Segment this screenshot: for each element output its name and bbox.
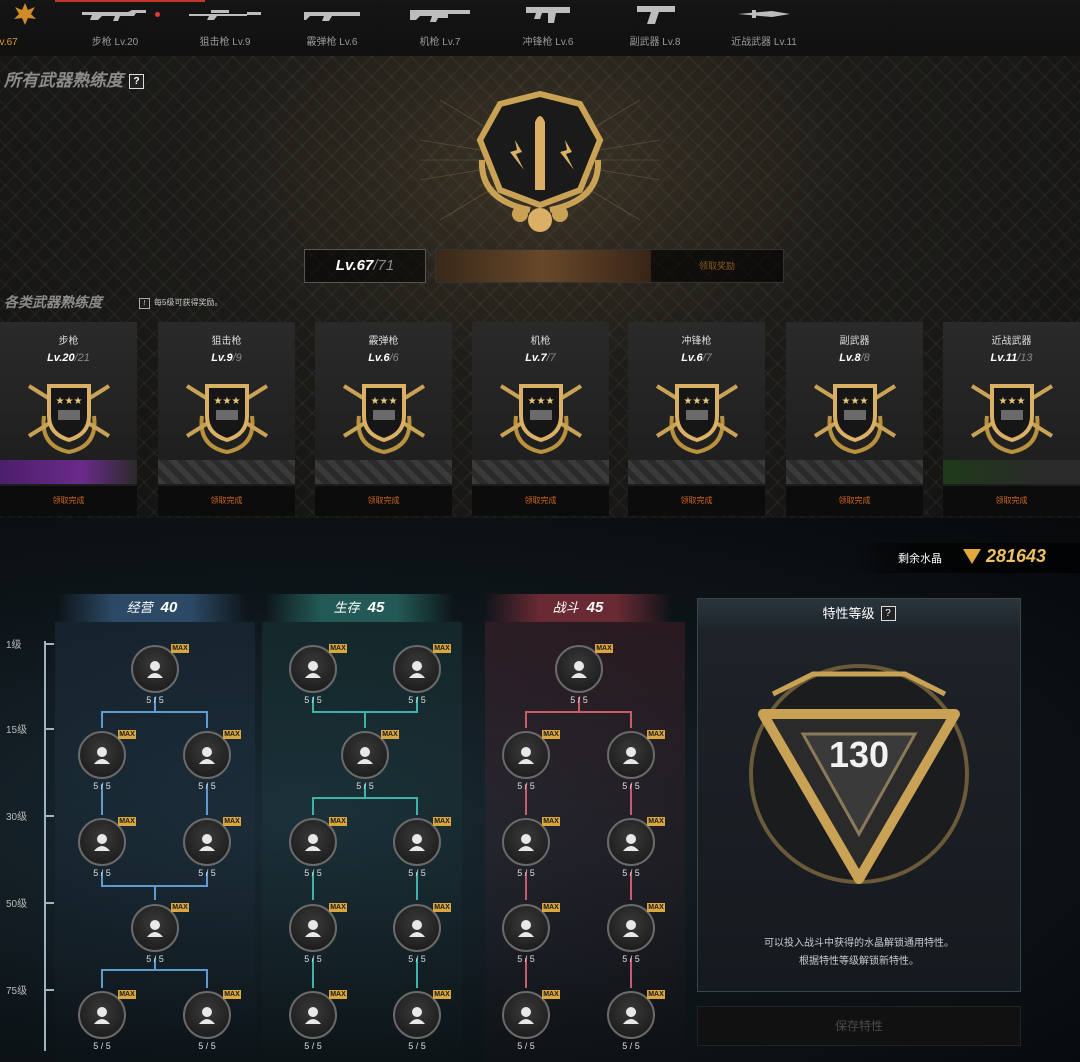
trait-points-count: 5 / 5 [198,781,216,791]
trait-skill-icon [623,747,639,764]
trait-skill-icon [518,920,534,937]
trait-connector-line [155,969,208,988]
trait-skill-icon [357,747,373,764]
trait-skill-icon [518,834,534,851]
trait-points-count: 5 / 5 [304,954,322,964]
trait-points-count: 5 / 5 [408,1041,426,1051]
trait-points-count: 5 / 5 [517,781,535,791]
trait-desc-line1: 可以投入战斗中获得的水晶解锁通用特性。 [764,938,954,949]
max-badge: MAX [171,903,189,912]
trait-skill-icon [147,920,163,937]
trait-skill-icon [199,747,215,764]
trait-points-count: 5 / 5 [93,781,111,791]
trait-points-count: 5 / 5 [517,954,535,964]
trait-points-count: 5 / 5 [622,954,640,964]
trait-points-count: 5 / 5 [408,868,426,878]
max-badge: MAX [329,990,347,999]
trait-level-header: 特性等级? [698,599,1020,629]
trait-points-count: 5 / 5 [570,695,588,705]
trait-points-count: 5 / 5 [622,868,640,878]
max-badge: MAX [171,644,189,653]
trait-skill-icon [94,747,110,764]
max-badge: MAX [542,817,560,826]
max-badge: MAX [118,730,136,739]
trait-skill-icon [305,920,321,937]
trait-skill-icon [199,834,215,851]
trait-skill-icon [571,661,587,678]
max-badge: MAX [118,990,136,999]
help-icon[interactable]: ? [880,606,896,621]
max-badge: MAX [542,990,560,999]
max-badge: MAX [647,730,665,739]
trait-points-count: 5 / 5 [356,781,374,791]
trait-level-title: 特性等级 [822,606,875,621]
trait-skill-icon [94,834,110,851]
max-badge: MAX [433,644,451,653]
trait-points-count: 5 / 5 [622,781,640,791]
trait-level-value: 130 [829,734,889,775]
trait-skill-icon [409,920,425,937]
trait-connector-line [155,711,208,728]
max-badge: MAX [223,990,241,999]
trait-skill-icon [94,1007,110,1024]
max-badge: MAX [542,903,560,912]
trait-points-count: 5 / 5 [517,868,535,878]
trait-skill-icon [623,834,639,851]
max-badge: MAX [223,817,241,826]
trait-points-count: 5 / 5 [517,1041,535,1051]
max-badge: MAX [647,903,665,912]
trait-skill-icon [409,1007,425,1024]
max-badge: MAX [329,817,347,826]
max-badge: MAX [433,990,451,999]
trait-points-count: 5 / 5 [198,868,216,878]
trait-connector-line [579,711,632,728]
trait-skill-icon [518,1007,534,1024]
trait-skill-icon [623,920,639,937]
max-badge: MAX [595,644,613,653]
max-badge: MAX [118,817,136,826]
max-badge: MAX [381,730,399,739]
max-badge: MAX [433,817,451,826]
max-badge: MAX [329,644,347,653]
max-badge: MAX [329,903,347,912]
max-badge: MAX [647,817,665,826]
trait-skill-icon [199,1007,215,1024]
max-badge: MAX [647,990,665,999]
trait-level-emblem: 130 [749,664,969,884]
trait-points-count: 5 / 5 [304,695,322,705]
trait-desc-line2: 根据特性等级解锁新特性。 [799,956,919,967]
trait-level-panel: 特性等级? 130 可以投入战斗中获得的水晶解锁通用特性。 根据特性等级解锁新特… [697,598,1021,992]
trait-points-count: 5 / 5 [622,1041,640,1051]
trait-skill-icon [409,661,425,678]
trait-points-count: 5 / 5 [93,1041,111,1051]
save-traits-button[interactable]: 保存特性 [697,1006,1021,1046]
trait-points-count: 5 / 5 [146,695,164,705]
trait-skill-icon [623,1007,639,1024]
trait-points-count: 5 / 5 [304,868,322,878]
trait-points-count: 5 / 5 [146,954,164,964]
trait-points-count: 5 / 5 [304,1041,322,1051]
trait-points-count: 5 / 5 [408,954,426,964]
trait-points-count: 5 / 5 [408,695,426,705]
trait-skill-icon [305,1007,321,1024]
trait-connector-line [365,797,418,815]
trait-points-count: 5 / 5 [93,868,111,878]
max-badge: MAX [542,730,560,739]
trait-points-count: 5 / 5 [198,1041,216,1051]
max-badge: MAX [223,730,241,739]
trait-skill-icon [518,747,534,764]
trait-skill-icon [305,661,321,678]
trait-skill-icon [305,834,321,851]
trait-skill-icon [147,661,163,678]
trait-skill-icon [409,834,425,851]
max-badge: MAX [433,903,451,912]
